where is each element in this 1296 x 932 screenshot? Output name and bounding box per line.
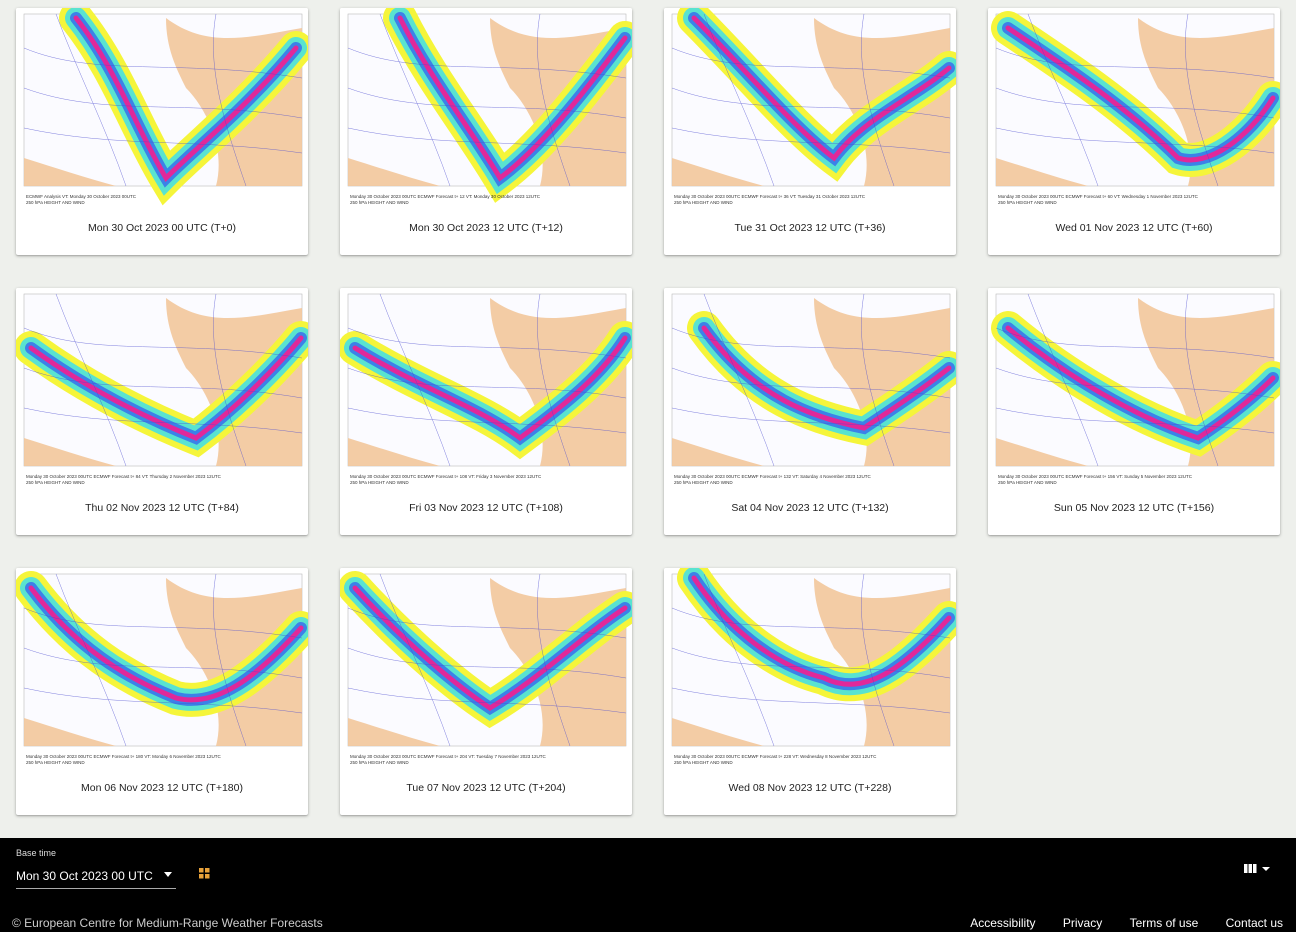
map-title: Monday 30 October 2023 00UTC ECMWF Forec… xyxy=(350,194,541,199)
footer-bar: Base time Mon 30 Oct 2023 00 UTC © Europ… xyxy=(0,838,1296,932)
forecast-caption: Mon 30 Oct 2023 00 UTC (T+0) xyxy=(88,222,236,234)
forecast-grid: ECMWF Analysis VT: Monday 30 October 202… xyxy=(0,0,1296,838)
forecast-card[interactable]: Monday 30 October 2023 00UTC ECMWF Forec… xyxy=(16,568,308,815)
forecast-card[interactable]: Monday 30 October 2023 00UTC ECMWF Forec… xyxy=(340,568,632,815)
forecast-map-image: Monday 30 October 2023 00UTC ECMWF Forec… xyxy=(988,288,1280,488)
map-title: Monday 30 October 2023 00UTC ECMWF Forec… xyxy=(350,754,546,759)
forecast-caption: Mon 06 Nov 2023 12 UTC (T+180) xyxy=(81,782,243,794)
base-time-label: Base time xyxy=(16,848,57,858)
map-title: ECMWF Analysis VT: Monday 30 October 202… xyxy=(26,194,137,199)
map-title: Monday 30 October 2023 00UTC ECMWF Forec… xyxy=(26,474,222,479)
forecast-caption: Fri 03 Nov 2023 12 UTC (T+108) xyxy=(409,502,563,514)
forecast-map-image: Monday 30 October 2023 00UTC ECMWF Forec… xyxy=(16,288,308,488)
layout-menu-button[interactable] xyxy=(1242,862,1274,878)
forecast-map-image: Monday 30 October 2023 00UTC ECMWF Forec… xyxy=(664,568,956,768)
chevron-down-icon xyxy=(164,872,172,877)
base-time-value: Mon 30 Oct 2023 00 UTC xyxy=(16,869,153,883)
forecast-caption: Mon 30 Oct 2023 12 UTC (T+12) xyxy=(409,222,563,234)
map-subtitle: 250 hPa HEIGHT AND WIND xyxy=(350,760,409,765)
forecast-caption: Wed 01 Nov 2023 12 UTC (T+60) xyxy=(1055,222,1213,234)
forecast-map-image: Monday 30 October 2023 00UTC ECMWF Forec… xyxy=(340,8,632,208)
forecast-card[interactable]: Monday 30 October 2023 00UTC ECMWF Forec… xyxy=(988,8,1280,255)
forecast-card[interactable]: Monday 30 October 2023 00UTC ECMWF Forec… xyxy=(340,8,632,255)
map-subtitle: 250 hPa HEIGHT AND WIND xyxy=(674,760,733,765)
map-subtitle: 250 hPa HEIGHT AND WIND xyxy=(998,480,1057,485)
base-time-select[interactable]: Mon 30 Oct 2023 00 UTC xyxy=(16,862,176,889)
forecast-card[interactable]: Monday 30 October 2023 00UTC ECMWF Forec… xyxy=(340,288,632,535)
forecast-card[interactable]: Monday 30 October 2023 00UTC ECMWF Forec… xyxy=(664,8,956,255)
forecast-map-image: Monday 30 October 2023 00UTC ECMWF Forec… xyxy=(664,8,956,208)
contact-us-link[interactable]: Contact us xyxy=(1226,916,1283,930)
forecast-map-image: Monday 30 October 2023 00UTC ECMWF Forec… xyxy=(664,288,956,488)
forecast-caption: Wed 08 Nov 2023 12 UTC (T+228) xyxy=(728,782,892,794)
forecast-map-image: Monday 30 October 2023 00UTC ECMWF Forec… xyxy=(988,8,1280,208)
forecast-card[interactable]: ECMWF Analysis VT: Monday 30 October 202… xyxy=(16,8,308,255)
forecast-caption: Tue 31 Oct 2023 12 UTC (T+36) xyxy=(734,222,886,234)
forecast-map-image: Monday 30 October 2023 00UTC ECMWF Forec… xyxy=(16,568,308,768)
map-title: Monday 30 October 2023 00UTC ECMWF Forec… xyxy=(674,194,866,199)
terms-of-use-link[interactable]: Terms of use xyxy=(1130,916,1199,930)
forecast-caption: Sat 04 Nov 2023 12 UTC (T+132) xyxy=(731,502,889,514)
map-subtitle: 250 hPa HEIGHT AND WIND xyxy=(26,480,85,485)
forecast-caption: Thu 02 Nov 2023 12 UTC (T+84) xyxy=(85,502,239,514)
map-title: Monday 30 October 2023 00UTC ECMWF Forec… xyxy=(998,474,1193,479)
forecast-card[interactable]: Monday 30 October 2023 00UTC ECMWF Forec… xyxy=(664,568,956,815)
accessibility-link[interactable]: Accessibility xyxy=(970,916,1035,930)
map-subtitle: 250 hPa HEIGHT AND WIND xyxy=(674,200,733,205)
map-subtitle: 250 hPa HEIGHT AND WIND xyxy=(350,480,409,485)
columns-icon xyxy=(1244,864,1270,873)
map-title: Monday 30 October 2023 00UTC ECMWF Forec… xyxy=(350,474,542,479)
map-subtitle: 250 hPa HEIGHT AND WIND xyxy=(674,480,733,485)
map-title: Monday 30 October 2023 00UTC ECMWF Forec… xyxy=(26,754,221,759)
forecast-map-image: Monday 30 October 2023 00UTC ECMWF Forec… xyxy=(340,568,632,768)
forecast-caption: Tue 07 Nov 2023 12 UTC (T+204) xyxy=(406,782,566,794)
forecast-card[interactable]: Monday 30 October 2023 00UTC ECMWF Forec… xyxy=(664,288,956,535)
map-title: Monday 30 October 2023 00UTC ECMWF Forec… xyxy=(674,754,877,759)
map-subtitle: 250 hPa HEIGHT AND WIND xyxy=(350,200,409,205)
map-title: Monday 30 October 2023 00UTC ECMWF Forec… xyxy=(998,194,1199,199)
map-subtitle: 250 hPa HEIGHT AND WIND xyxy=(26,200,85,205)
privacy-link[interactable]: Privacy xyxy=(1063,916,1102,930)
forecast-card[interactable]: Monday 30 October 2023 00UTC ECMWF Forec… xyxy=(988,288,1280,535)
grid-view-icon[interactable] xyxy=(199,866,210,879)
forecast-card[interactable]: Monday 30 October 2023 00UTC ECMWF Forec… xyxy=(16,288,308,535)
map-subtitle: 250 hPa HEIGHT AND WIND xyxy=(998,200,1057,205)
forecast-caption: Sun 05 Nov 2023 12 UTC (T+156) xyxy=(1053,502,1215,514)
copyright-text: © European Centre for Medium-Range Weath… xyxy=(12,916,323,930)
forecast-map-image: ECMWF Analysis VT: Monday 30 October 202… xyxy=(16,8,308,208)
footer-links: Accessibility Privacy Terms of use Conta… xyxy=(946,916,1283,930)
map-subtitle: 250 hPa HEIGHT AND WIND xyxy=(26,760,85,765)
map-title: Monday 30 October 2023 00UTC ECMWF Forec… xyxy=(674,474,871,479)
forecast-map-image: Monday 30 October 2023 00UTC ECMWF Forec… xyxy=(340,288,632,488)
